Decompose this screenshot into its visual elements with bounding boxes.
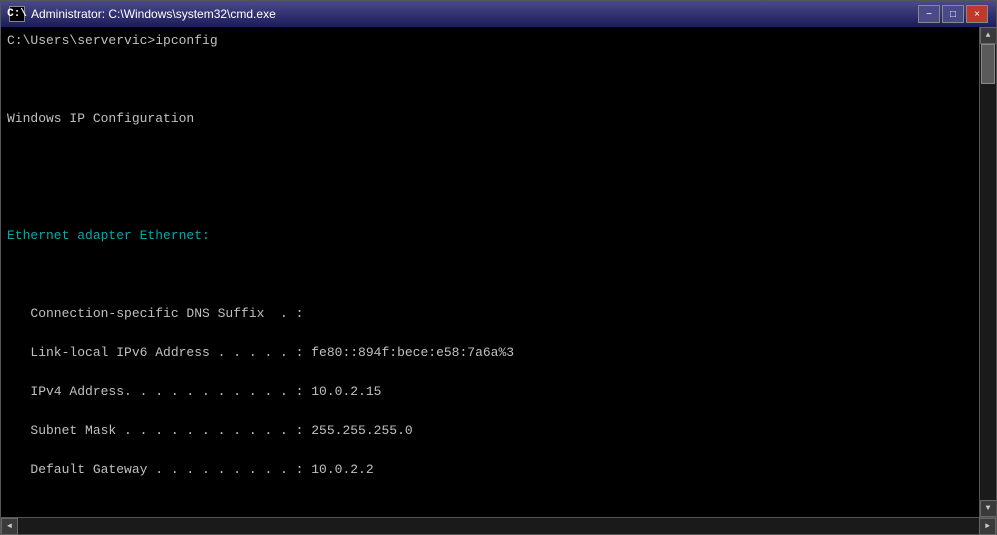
restore-button[interactable]: □ <box>942 5 964 23</box>
scroll-down-button[interactable]: ▼ <box>980 500 997 517</box>
console-line: C:\Users\servervic>ipconfig <box>7 31 973 51</box>
minimize-button[interactable]: − <box>918 5 940 23</box>
console-line <box>7 499 973 517</box>
scroll-up-button[interactable]: ▲ <box>980 27 997 44</box>
titlebar-buttons: − □ × <box>918 5 988 23</box>
console-body: C:\Users\servervic>ipconfig Windows IP C… <box>1 27 996 517</box>
scroll-track-vertical[interactable] <box>980 44 996 500</box>
close-button[interactable]: × <box>966 5 988 23</box>
horizontal-scrollbar[interactable]: ◄ ► <box>1 517 996 534</box>
console-line: Subnet Mask . . . . . . . . . . . : 255.… <box>7 421 973 441</box>
titlebar-title: Administrator: C:\Windows\system32\cmd.e… <box>31 7 918 21</box>
console-line: Windows IP Configuration <box>7 109 973 129</box>
console-line <box>7 265 973 285</box>
console-output[interactable]: C:\Users\servervic>ipconfig Windows IP C… <box>1 27 979 517</box>
titlebar: C:\ Administrator: C:\Windows\system32\c… <box>1 1 996 27</box>
console-line: IPv4 Address. . . . . . . . . . . : 10.0… <box>7 382 973 402</box>
cmd-window: C:\ Administrator: C:\Windows\system32\c… <box>0 0 997 535</box>
titlebar-icon-text: C:\ <box>7 8 27 20</box>
console-line: Default Gateway . . . . . . . . . : 10.0… <box>7 460 973 480</box>
titlebar-icon: C:\ <box>9 6 25 22</box>
console-line <box>7 70 973 90</box>
scroll-left-button[interactable]: ◄ <box>1 518 18 535</box>
console-line <box>7 187 973 207</box>
console-line <box>7 148 973 168</box>
console-line: Link-local IPv6 Address . . . . . : fe80… <box>7 343 973 363</box>
vertical-scrollbar[interactable]: ▲ ▼ <box>979 27 996 517</box>
console-line: Connection-specific DNS Suffix . : <box>7 304 973 324</box>
console-line: Ethernet adapter Ethernet: <box>7 226 973 246</box>
scroll-track-horizontal[interactable] <box>18 518 979 534</box>
scroll-thumb-vertical[interactable] <box>981 44 995 84</box>
scroll-right-button[interactable]: ► <box>979 518 996 535</box>
